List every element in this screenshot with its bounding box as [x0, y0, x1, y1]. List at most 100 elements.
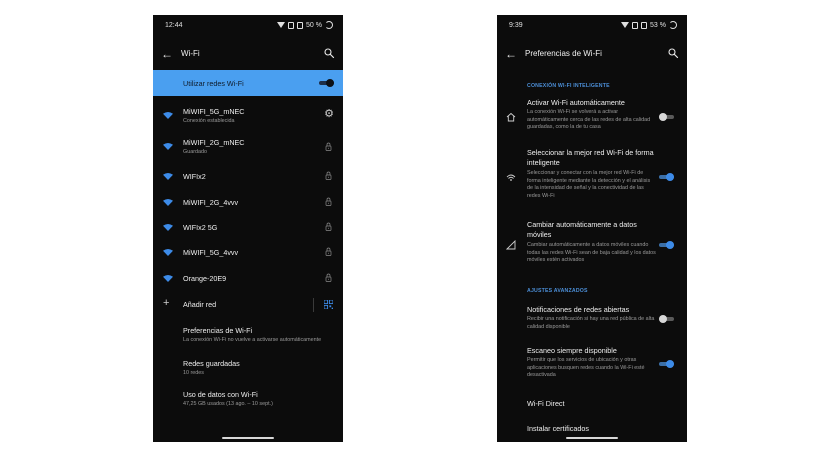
network-status: Guardado: [183, 149, 207, 155]
network-item[interactable]: WIFIx2: [153, 169, 343, 185]
setting-description: Seleccionar y conectar con la mejor red …: [527, 170, 651, 199]
wifi-signal-icon: [163, 224, 173, 231]
setting-open-network-notifications[interactable]: Notificaciones de redes abiertas Recibir…: [497, 305, 687, 337]
battery-icon: [325, 21, 333, 29]
gear-icon[interactable]: ⚙: [324, 107, 334, 120]
setting-title: Cambiar automáticamente a datos móviles: [527, 220, 637, 239]
network-name: MiWIFI_2G_4vvv: [183, 198, 239, 207]
network-item[interactable]: MiWIFI_5G_4vvv: [153, 245, 343, 261]
smart-network-switch[interactable]: [659, 173, 674, 181]
use-wifi-toggle-row[interactable]: Utilizar redes Wi-Fi: [153, 70, 343, 96]
menu-subtitle: 10 redes: [183, 370, 204, 376]
use-wifi-switch[interactable]: [319, 79, 334, 87]
home-icon: [506, 112, 516, 122]
sim-icon: [632, 21, 639, 29]
auto-mobile-data-switch[interactable]: [659, 241, 674, 249]
sim-icon: [288, 21, 295, 29]
setting-title: Escaneo siempre disponible: [527, 346, 617, 355]
gesture-bar[interactable]: [222, 437, 274, 439]
qr-code-icon[interactable]: [324, 300, 333, 309]
menu-item-saved-networks[interactable]: Redes guardadas 10 redes: [153, 358, 343, 382]
network-name: WIFIx2 5G: [183, 223, 218, 232]
menu-title: Instalar certificados: [527, 424, 589, 433]
menu-item-wifi-data-usage[interactable]: Uso de datos con Wi-Fi 47,25 GB usados (…: [153, 389, 343, 413]
divider: [313, 298, 314, 312]
battery-percent: 53 %: [650, 21, 666, 29]
wifi-signal-icon: [163, 173, 173, 180]
wifi-signal-icon: [163, 112, 173, 119]
lock-icon: [325, 197, 332, 206]
section-header-advanced: AJUSTES AVANZADOS: [527, 288, 588, 294]
back-arrow-icon[interactable]: ←: [161, 47, 173, 61]
use-wifi-label: Utilizar redes Wi-Fi: [183, 79, 244, 88]
network-item[interactable]: MiWIFI_2G_mNEC Guardado: [153, 136, 343, 158]
back-arrow-icon[interactable]: ←: [505, 47, 517, 61]
status-bar: 9:39 53 %: [497, 15, 687, 37]
status-time: 9:39: [509, 22, 523, 29]
status-bar: 12:44 50 %: [153, 15, 343, 37]
lock-icon: [325, 273, 332, 282]
search-icon[interactable]: [323, 47, 335, 59]
add-network-label: Añadir red: [183, 300, 217, 309]
plus-icon: +: [163, 297, 170, 309]
wifi-settings-screen: 12:44 50 % ← Wi-Fi Utilizar redes Wi-Fi …: [153, 15, 343, 442]
setting-description: Cambiar automáticamente a datos móviles …: [527, 242, 656, 263]
notification-icon: [297, 21, 304, 29]
wifi-preferences-screen: 9:39 53 % ← Preferencias de Wi-Fi CONEXI…: [497, 15, 687, 442]
wifi-signal-icon: [163, 275, 173, 282]
setting-always-scan[interactable]: Escaneo siempre disponible Permitir que …: [497, 346, 687, 386]
lock-icon: [325, 142, 332, 151]
lock-icon: [325, 171, 332, 180]
setting-title: Notificaciones de redes abiertas: [527, 305, 630, 314]
app-bar: ← Wi-Fi: [153, 45, 343, 65]
setting-smart-network-select[interactable]: Seleccionar la mejor red Wi-Fi de forma …: [497, 148, 687, 208]
setting-auto-mobile-data[interactable]: Cambiar automáticamente a datos móviles …: [497, 220, 687, 272]
notification-icon: [641, 21, 648, 29]
wifi-status-icon: [621, 22, 630, 28]
network-status: Conexión establecida: [183, 118, 235, 124]
gesture-bar[interactable]: [566, 437, 618, 439]
status-time: 12:44: [165, 22, 183, 29]
wifi-status-icon: [277, 22, 286, 28]
mobile-data-icon: [506, 240, 516, 250]
menu-title: Uso de datos con Wi-Fi: [183, 390, 258, 399]
page-title: Wi-Fi: [181, 49, 200, 58]
auto-enable-wifi-switch[interactable]: [659, 113, 674, 121]
section-header-smart-wifi: CONEXIÓN WI-FI INTELIGENTE: [527, 83, 610, 89]
menu-item-install-certificates[interactable]: Instalar certificados: [497, 422, 687, 436]
network-item[interactable]: Orange-20E9: [153, 271, 343, 287]
lock-icon: [325, 247, 332, 256]
network-name: MiWIFI_5G_4vvv: [183, 248, 239, 257]
wifi-signal-icon: [163, 143, 173, 150]
wifi-signal-icon: [163, 249, 173, 256]
menu-item-wifi-direct[interactable]: Wi-Fi Direct: [497, 397, 687, 411]
network-item[interactable]: WIFIx2 5G: [153, 220, 343, 236]
menu-title: Preferencias de Wi-Fi: [183, 326, 253, 335]
lock-icon: [325, 222, 332, 231]
network-name: Orange-20E9: [183, 274, 227, 283]
app-bar: ← Preferencias de Wi-Fi: [497, 45, 687, 65]
network-item[interactable]: MiWIFI_2G_4vvv: [153, 195, 343, 211]
setting-description: Permitir que los servicios de ubicación …: [527, 357, 645, 378]
menu-title: Redes guardadas: [183, 359, 240, 368]
menu-subtitle: La conexión Wi-Fi no vuelve a activarse …: [183, 337, 322, 343]
network-name: MiWIFI_5G_mNEC: [183, 107, 245, 116]
add-network-row[interactable]: + Añadir red: [153, 297, 343, 313]
battery-percent: 50 %: [306, 21, 322, 29]
menu-item-wifi-preferences[interactable]: Preferencias de Wi-Fi La conexión Wi-Fi …: [153, 325, 343, 349]
page-title: Preferencias de Wi-Fi: [525, 49, 602, 58]
setting-description: Recibir una notificación si hay una red …: [527, 316, 655, 330]
battery-icon: [669, 21, 677, 29]
search-icon[interactable]: [667, 47, 679, 59]
wifi-signal-icon: [163, 199, 173, 206]
network-name: WIFIx2: [183, 172, 206, 181]
setting-title: Seleccionar la mejor red Wi-Fi de forma …: [527, 148, 654, 167]
setting-title: Activar Wi-Fi automáticamente: [527, 98, 625, 107]
menu-subtitle: 47,25 GB usados (13 ago. – 10 sept.): [183, 401, 273, 407]
network-item[interactable]: MiWIFI_5G_mNEC Conexión establecida ⚙: [153, 105, 343, 127]
always-scan-switch[interactable]: [659, 360, 674, 368]
network-name: MiWIFI_2G_mNEC: [183, 138, 245, 147]
open-network-notifications-switch[interactable]: [659, 315, 674, 323]
setting-auto-enable-wifi[interactable]: Activar Wi-Fi automáticamente La conexió…: [497, 98, 687, 138]
setting-description: La conexión Wi-Fi se volverá a activar a…: [527, 109, 651, 130]
